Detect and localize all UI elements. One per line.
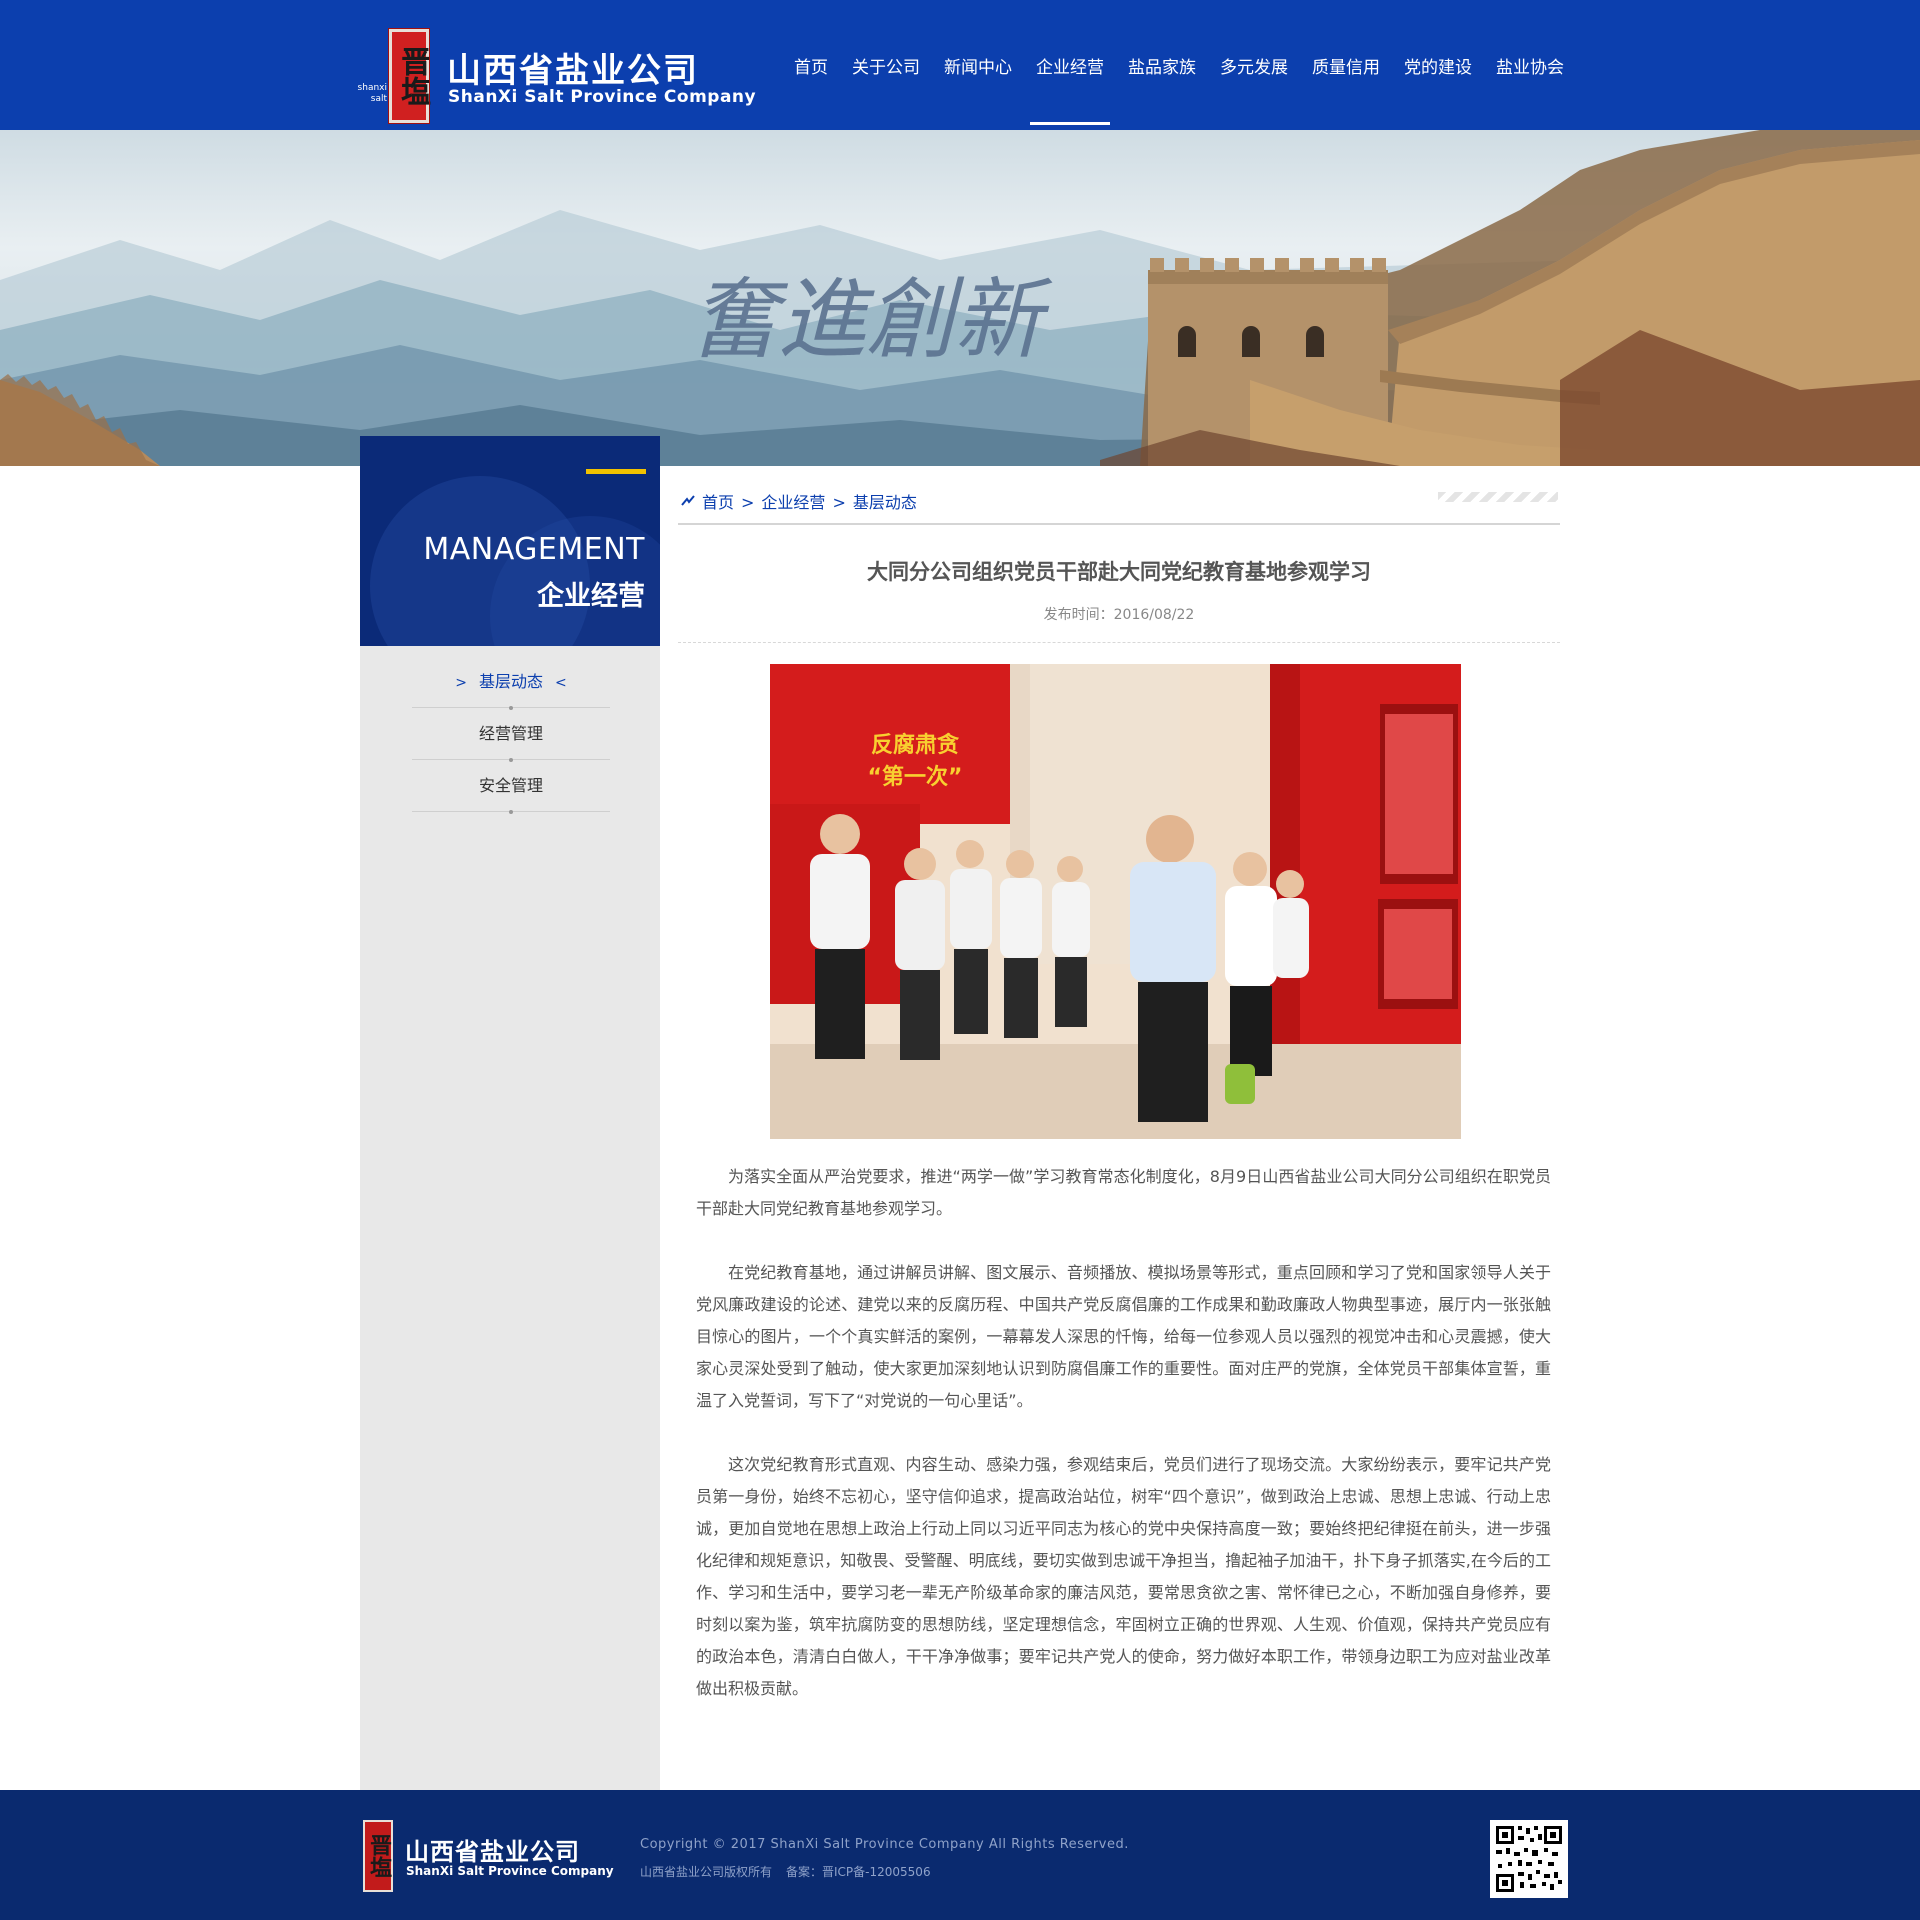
article-paragraph: 这次党纪教育形式直观、内容生动、感染力强，参观结束后，党员们进行了现场交流。大家… xyxy=(696,1455,1551,1698)
photo-illustration: 反腐肃贪 “第一次” xyxy=(770,664,1461,1139)
sidebar-item-label: 基层动态 xyxy=(478,672,543,691)
logo-seal-text: 晋塩 xyxy=(395,46,430,106)
logo-seal: 晋塩 xyxy=(388,28,430,124)
footer-logo-seal: 晋塩 xyxy=(363,1820,393,1892)
chevron-right-icon: > xyxy=(455,675,467,691)
sidebar-item-operations[interactable]: 经营管理 xyxy=(412,708,610,762)
nav-item-about[interactable]: 关于公司 xyxy=(840,0,932,130)
breadcrumb: 首页 > 企业经营 > 基层动态 xyxy=(678,483,1560,525)
logo-mini-text: shanxi salt xyxy=(357,83,387,104)
nav-item-products[interactable]: 盐品家族 xyxy=(1116,0,1208,130)
article-photo: 反腐肃贪 “第一次” xyxy=(770,664,1461,1139)
sidebar-item-label: 经营管理 xyxy=(478,724,543,743)
sidebar-header: MANAGEMENT 企业经营 xyxy=(360,436,660,646)
footer-icp[interactable]: 备案：晋ICP备-12005506 xyxy=(786,1865,931,1879)
logo-english-name: ShanXi Salt Province Company xyxy=(448,87,757,107)
breadcrumb-decor xyxy=(1438,492,1558,502)
breadcrumb-section[interactable]: 企业经营 xyxy=(761,493,825,512)
sidebar-title-en: MANAGEMENT xyxy=(423,532,645,567)
sidebar-menu: > 基层动态 < 经营管理 安全管理 xyxy=(412,656,610,814)
nav-item-association[interactable]: 盐业协会 xyxy=(1484,0,1576,130)
breadcrumb-home[interactable]: 首页 xyxy=(702,493,734,512)
nav-item-diversified[interactable]: 多元发展 xyxy=(1208,0,1300,130)
hero-banner: 奮進創新 xyxy=(0,130,1920,466)
divider xyxy=(678,642,1560,643)
breadcrumb-separator: > xyxy=(832,493,846,512)
sidebar: MANAGEMENT 企业经营 > 基层动态 < 经营管理 安全管理 xyxy=(360,436,660,1790)
article-paragraph: 在党纪教育基地，通过讲解员讲解、图文展示、音频播放、模拟场景等形式，重点回顾和学… xyxy=(696,1263,1551,1410)
nav-item-management[interactable]: 企业经营 xyxy=(1024,0,1116,130)
nav-item-party[interactable]: 党的建设 xyxy=(1392,0,1484,130)
breadcrumb-separator: > xyxy=(741,493,755,512)
breadcrumb-current[interactable]: 基层动态 xyxy=(853,493,917,512)
sidebar-item-grassroots[interactable]: > 基层动态 < xyxy=(412,656,610,710)
footer-logo[interactable]: 晋塩 山西省盐业公司 ShanXi Salt Province Company xyxy=(345,1820,625,1900)
sidebar-item-safety[interactable]: 安全管理 xyxy=(412,760,610,814)
footer-rights-text: 山西省盐业公司版权所有 xyxy=(640,1865,773,1879)
footer-copyright: Copyright © 2017 ShanXi Salt Province Co… xyxy=(640,1837,1129,1852)
footer-rights: 山西省盐业公司版权所有 备案：晋ICP备-12005506 xyxy=(640,1863,931,1880)
footer-logo-cn: 山西省盐业公司 xyxy=(405,1838,580,1866)
main-nav: 首页 关于公司 新闻中心 企业经营 盐品家族 多元发展 质量信用 党的建设 盐业… xyxy=(782,0,1576,130)
sidebar-item-label: 安全管理 xyxy=(478,776,543,795)
article-body: 为落实全面从严治党要求，推进“两学一做”学习教育常态化制度化，8月9日山西省盐业… xyxy=(696,1161,1551,1737)
footer-logo-en: ShanXi Salt Province Company xyxy=(406,1864,614,1878)
sidebar-title-cn: 企业经营 xyxy=(537,581,645,612)
article-title: 大同分公司组织党员干部赴大同党纪教育基地参观学习 xyxy=(867,560,1371,584)
nav-item-news[interactable]: 新闻中心 xyxy=(932,0,1024,130)
article-date: 发布时间：2016/08/22 xyxy=(1043,607,1195,623)
logo-chinese-name: 山西省盐业公司 xyxy=(447,51,699,91)
nav-item-home[interactable]: 首页 xyxy=(782,0,840,130)
site-footer: 晋塩 山西省盐业公司 ShanXi Salt Province Company … xyxy=(0,1790,1920,1920)
banner-calligraphy: 奮進創新 xyxy=(690,268,1053,371)
photo-sign-line1: 反腐肃贪 xyxy=(871,732,960,758)
article-paragraph: 为落实全面从严治党要求，推进“两学一做”学习教育常态化制度化，8月9日山西省盐业… xyxy=(696,1167,1551,1218)
site-logo[interactable]: shanxi salt 晋塩 山西省盐业公司 ShanXi Salt Provin… xyxy=(357,25,756,125)
photo-sign-line2: “第一次” xyxy=(868,764,963,790)
nav-item-quality[interactable]: 质量信用 xyxy=(1300,0,1392,130)
sidebar-accent-bar xyxy=(586,469,646,474)
footer-seal-text: 晋塩 xyxy=(366,1834,392,1878)
chevron-left-icon: < xyxy=(555,675,567,691)
site-header: shanxi salt 晋塩 山西省盐业公司 ShanXi Salt Provin… xyxy=(0,0,1920,130)
home-icon xyxy=(681,495,695,506)
qr-code-icon xyxy=(1490,1820,1568,1898)
banner-landscape: 奮進創新 xyxy=(0,130,1920,466)
